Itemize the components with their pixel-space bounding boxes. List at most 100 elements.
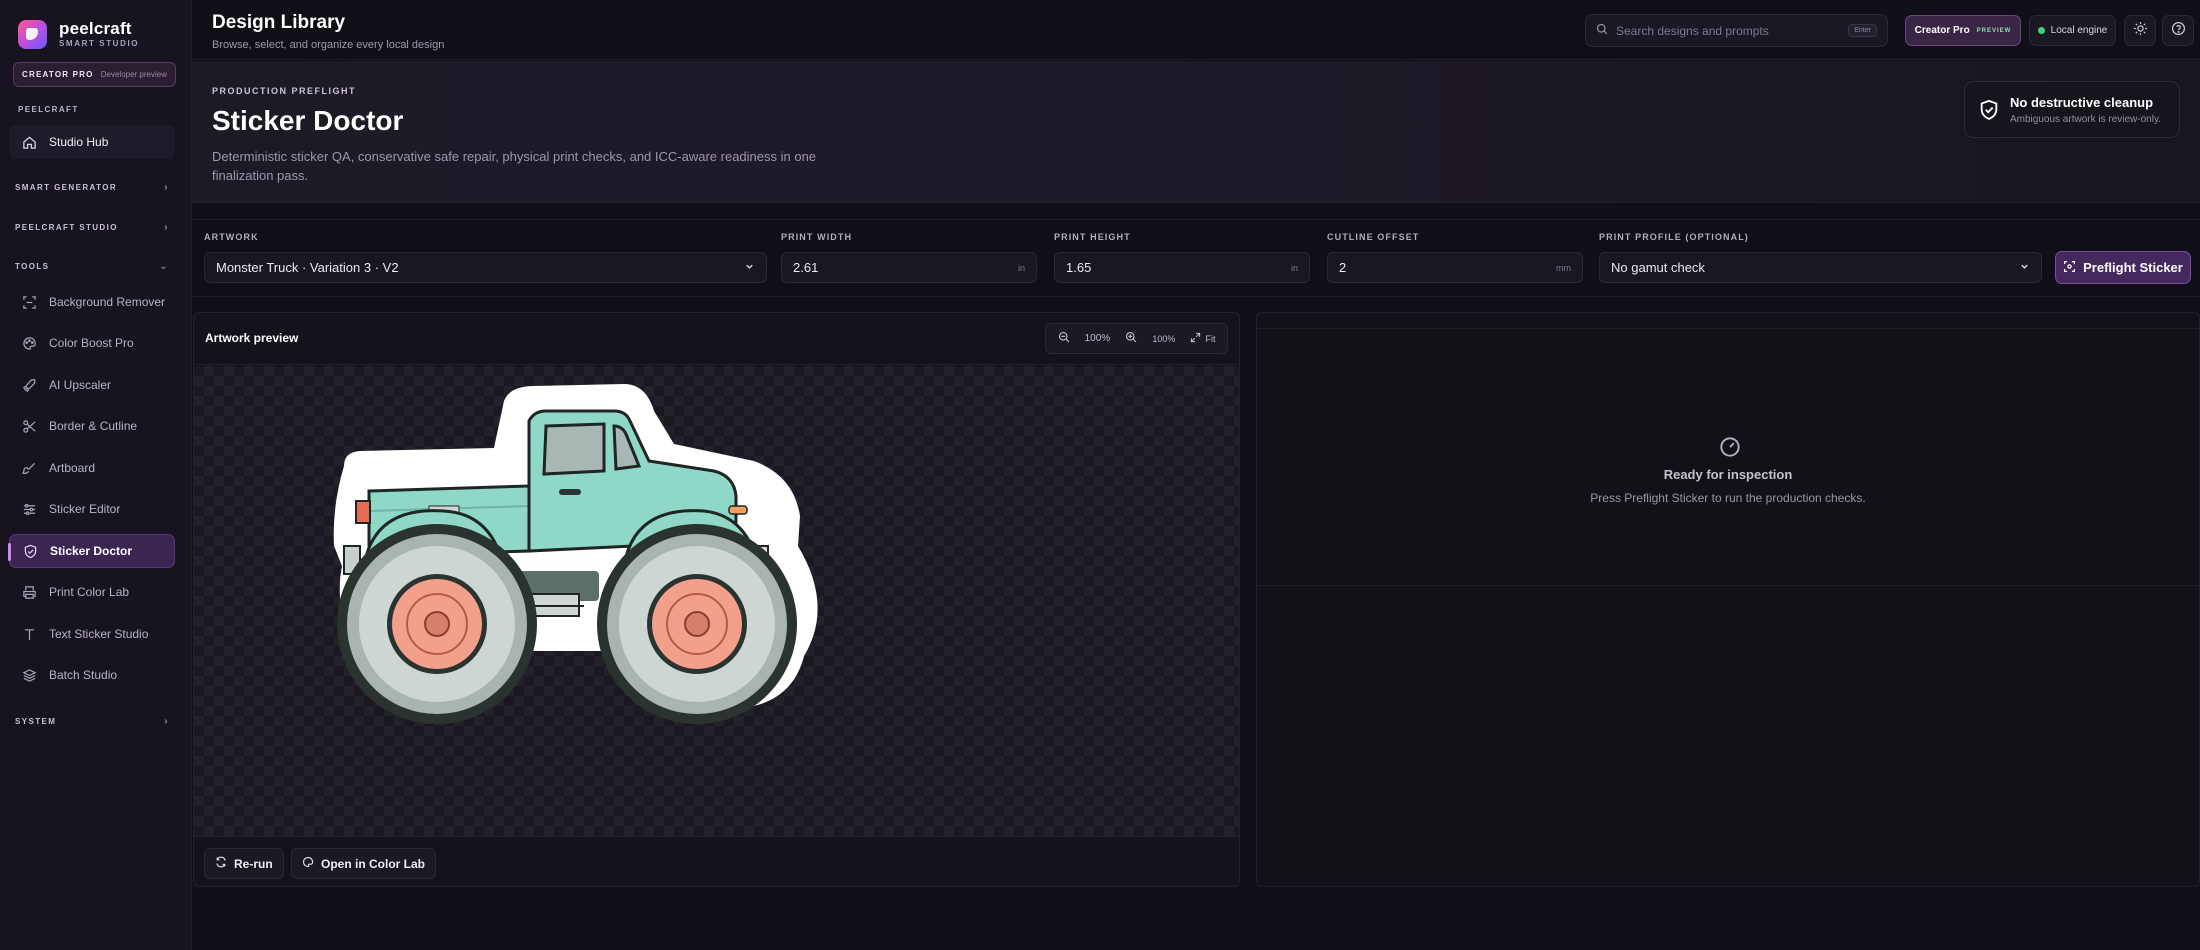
brand[interactable]: peelcraft SMART STUDIO bbox=[18, 20, 139, 49]
truck-wheel-left bbox=[337, 524, 537, 724]
zoom-controls: 100% 100% Fit bbox=[1045, 323, 1228, 354]
page-title: Design Library bbox=[212, 12, 346, 33]
print-width-label: PRINT WIDTH bbox=[781, 232, 853, 242]
zoom-in-icon[interactable] bbox=[1125, 331, 1137, 346]
sidebar-item-batch-studio[interactable]: Batch Studio bbox=[9, 658, 175, 692]
cutline-offset-input[interactable]: 2 mm bbox=[1327, 252, 1583, 283]
chevron-down-icon bbox=[2019, 260, 2030, 275]
rerun-label: Re-run bbox=[234, 856, 273, 871]
sidebar-item-border-cutline[interactable]: Border & Cutline bbox=[9, 409, 175, 443]
print-width-input[interactable]: 2.61 in bbox=[781, 252, 1037, 283]
pro-label: Creator Pro bbox=[1914, 25, 1970, 36]
section-label: PEELCRAFT STUDIO bbox=[15, 222, 118, 232]
layers-icon bbox=[21, 667, 37, 683]
help-button[interactable] bbox=[2162, 15, 2194, 46]
local-engine-status[interactable]: Local engine bbox=[2029, 15, 2116, 46]
gauge-icon bbox=[1719, 436, 1741, 463]
engine-label: Local engine bbox=[2050, 25, 2108, 36]
sidebar-item-label: Batch Studio bbox=[49, 668, 118, 682]
sidebar-item-label: Border & Cutline bbox=[49, 419, 138, 433]
sidebar-item-ai-upscaler[interactable]: AI Upscaler bbox=[9, 368, 175, 402]
search-shortcut-hint: Enter bbox=[1848, 24, 1877, 37]
sidebar-item-label: Print Color Lab bbox=[49, 585, 130, 599]
brand-subtitle: SMART STUDIO bbox=[59, 39, 140, 48]
preview-footer: Re-run Open in Color Lab bbox=[194, 836, 1239, 886]
theme-toggle-button[interactable] bbox=[2124, 15, 2156, 46]
shield-check-icon bbox=[1979, 99, 1999, 126]
open-color-lab-button[interactable]: Open in Color Lab bbox=[291, 848, 436, 879]
scan-icon bbox=[21, 294, 37, 310]
safety-badge: No destructive cleanup Ambiguous artwork… bbox=[1964, 81, 2180, 138]
scan-focus-icon bbox=[2063, 260, 2076, 276]
hero-eyebrow: PRODUCTION PREFLIGHT bbox=[212, 86, 356, 96]
artwork-label: ARTWORK bbox=[204, 232, 259, 242]
sliders-icon bbox=[21, 501, 37, 517]
brush-icon bbox=[21, 460, 37, 476]
creator-pro-chip[interactable]: Creator Pro PREVIEW bbox=[1905, 15, 2021, 46]
rocket-icon bbox=[21, 377, 37, 393]
cutline-offset-value: 2 bbox=[1339, 260, 1347, 275]
artwork-select[interactable]: Monster Truck · Variation 3 · V2 bbox=[204, 252, 767, 283]
status-dot-icon bbox=[2037, 27, 2045, 34]
sidebar-item-studio-hub[interactable]: Studio Hub bbox=[9, 125, 175, 159]
inspection-empty-state: Ready for inspection Press Preflight Sti… bbox=[1257, 328, 2199, 586]
sidebar-section-tools[interactable]: TOOLS ⌄ bbox=[15, 257, 169, 275]
printer-icon bbox=[21, 584, 37, 600]
text-icon bbox=[21, 626, 37, 642]
sidebar-item-color-boost-pro[interactable]: Color Boost Pro bbox=[9, 326, 175, 360]
plan-name: CREATOR PRO bbox=[22, 70, 94, 79]
plan-badge[interactable]: CREATOR PRO Developer preview bbox=[13, 62, 176, 87]
sidebar-section-system[interactable]: SYSTEM › bbox=[15, 712, 169, 730]
topbar: Design Library Browse, select, and organ… bbox=[192, 0, 2200, 60]
print-height-input[interactable]: 1.65 in bbox=[1054, 252, 1310, 283]
search-input[interactable] bbox=[1616, 23, 1849, 38]
chevron-down-icon bbox=[744, 260, 755, 275]
sidebar-item-text-sticker-studio[interactable]: Text Sticker Studio bbox=[9, 617, 175, 651]
print-profile-select[interactable]: No gamut check bbox=[1599, 252, 2042, 283]
sidebar-item-label: Artboard bbox=[49, 461, 96, 475]
palette-icon bbox=[302, 856, 314, 871]
sidebar-item-label: Text Sticker Studio bbox=[49, 627, 149, 641]
ready-subtitle: Press Preflight Sticker to run the produ… bbox=[1590, 491, 1866, 505]
cutline-offset-unit: mm bbox=[1556, 262, 1571, 273]
sidebar-item-label: Background Remover bbox=[49, 295, 166, 309]
section-label: SYSTEM bbox=[15, 716, 57, 726]
preflight-sticker-button[interactable]: Preflight Sticker bbox=[2055, 251, 2191, 284]
fit-button[interactable]: Fit bbox=[1190, 332, 1215, 345]
sidebar: peelcraft SMART STUDIO CREATOR PRO Devel… bbox=[0, 0, 192, 950]
badge-subtitle: Ambiguous artwork is review-only. bbox=[2010, 114, 2161, 125]
sidebar-item-label: Sticker Editor bbox=[49, 502, 121, 516]
artwork-canvas[interactable] bbox=[194, 366, 1239, 836]
search-icon bbox=[1596, 22, 1608, 40]
sidebar-section-smart-generator[interactable]: SMART GENERATOR › bbox=[15, 178, 169, 196]
plan-note: Developer preview bbox=[100, 70, 167, 79]
chevron-right-icon: › bbox=[164, 181, 169, 193]
hero-description: Deterministic sticker QA, conservative s… bbox=[212, 149, 817, 183]
page-subtitle: Browse, select, and organize every local… bbox=[212, 39, 445, 51]
truck-window bbox=[542, 422, 606, 476]
sidebar-section-peelcraft-studio[interactable]: PEELCRAFT STUDIO › bbox=[15, 218, 169, 236]
preview-title: Artwork preview bbox=[205, 331, 299, 345]
sidebar-item-sticker-doctor[interactable]: Sticker Doctor bbox=[8, 534, 175, 568]
artwork-value: Monster Truck · Variation 3 · V2 bbox=[216, 260, 399, 275]
home-icon bbox=[21, 134, 37, 150]
sidebar-item-background-remover[interactable]: Background Remover bbox=[9, 285, 175, 319]
inspection-results-panel: Ready for inspection Press Preflight Sti… bbox=[1256, 312, 2200, 887]
zoom-out-icon[interactable] bbox=[1058, 331, 1070, 346]
zoom-value: 100% bbox=[1084, 333, 1111, 344]
print-width-unit: in bbox=[1017, 262, 1025, 273]
sidebar-item-print-color-lab[interactable]: Print Color Lab bbox=[9, 575, 175, 609]
sidebar-item-artboard[interactable]: Artboard bbox=[9, 451, 175, 485]
sidebar-item-label: Sticker Doctor bbox=[50, 544, 133, 558]
rerun-button[interactable]: Re-run bbox=[204, 848, 284, 879]
sidebar-item-sticker-editor[interactable]: Sticker Editor bbox=[9, 492, 175, 526]
shield-check-icon bbox=[22, 543, 38, 559]
ready-title: Ready for inspection bbox=[1663, 467, 1793, 482]
preflight-label: Preflight Sticker bbox=[2083, 260, 2183, 275]
chevron-right-icon: › bbox=[164, 221, 169, 233]
preview-badge: PREVIEW bbox=[1976, 27, 2012, 34]
brand-name: peelcraft bbox=[59, 19, 132, 38]
zoom-preset-button[interactable]: 100% bbox=[1152, 334, 1175, 344]
preflight-controls: ARTWORK Monster Truck · Variation 3 · V2… bbox=[192, 219, 2200, 297]
search-box[interactable]: Enter bbox=[1585, 14, 1888, 47]
